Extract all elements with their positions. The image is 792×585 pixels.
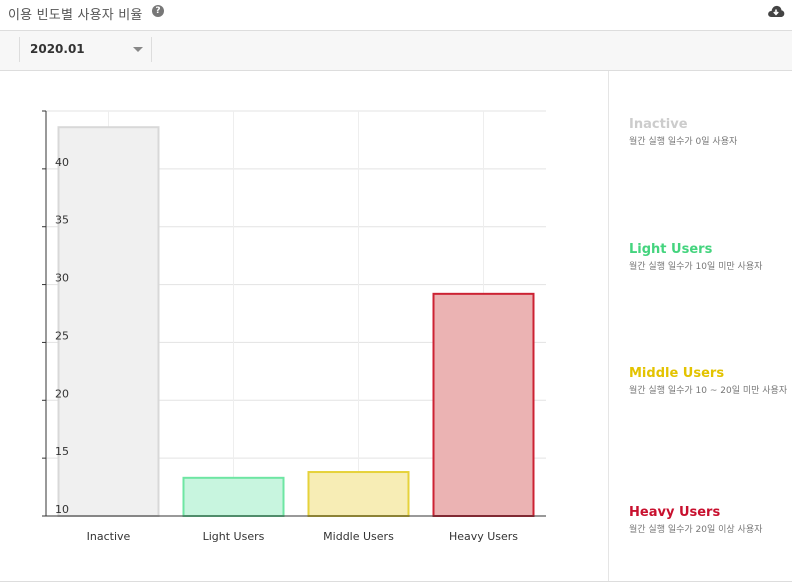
- legend-panel: Inactive 월간 실행 일수가 0일 사용자 Light Users 월간…: [608, 71, 792, 581]
- legend-desc: 월간 실행 일수가 0일 사용자: [629, 137, 738, 147]
- divider: [0, 581, 792, 582]
- chart-area: 10 15 20 25 30 35 40 Inactive Light Users Middle …: [0, 71, 608, 581]
- y-tick-label: 40: [55, 156, 69, 169]
- bar-chart: 10 15 20 25 30 35 40 Inactive Light Users Middle …: [42, 110, 546, 543]
- legend-desc: 월간 실행 일수가 10 ~ 20일 미만 사용자: [629, 386, 788, 396]
- x-tick-label: Light Users: [203, 530, 265, 543]
- month-select[interactable]: 2020.01: [19, 37, 152, 62]
- month-select-value: 2020.01: [30, 42, 85, 56]
- legend-name: Light Users: [629, 242, 713, 257]
- legend-name: Middle Users: [629, 366, 725, 381]
- chevron-down-icon[interactable]: [133, 47, 143, 52]
- help-icon[interactable]: ?: [152, 5, 164, 17]
- bar-middle-users: [307, 471, 410, 517]
- legend-item-light-users: Light Users 월간 실행 일수가 10일 미만 사용자: [629, 242, 789, 274]
- y-tick-label: 20: [55, 387, 69, 400]
- y-tick-label: 10: [55, 503, 69, 516]
- x-tick-label: Heavy Users: [449, 530, 518, 543]
- x-tick-label: Middle Users: [323, 530, 394, 543]
- legend-desc: 월간 실행 일수가 10일 미만 사용자: [629, 262, 763, 272]
- widget-title: 이용 빈도별 사용자 비율: [8, 8, 143, 23]
- widget-header: 이용 빈도별 사용자 비율 ?: [0, 0, 792, 31]
- bar-light-users: [182, 476, 285, 518]
- legend-item-middle-users: Middle Users 월간 실행 일수가 10 ~ 20일 미만 사용자: [629, 366, 789, 398]
- y-tick-label: 35: [55, 214, 69, 227]
- filter-toolbar: 2020.01: [0, 31, 792, 71]
- y-tick-label: 15: [55, 445, 69, 458]
- legend-item-heavy-users: Heavy Users 월간 실행 일수가 20일 이상 사용자: [629, 505, 789, 537]
- cloud-download-icon[interactable]: [767, 4, 785, 18]
- legend-desc: 월간 실행 일수가 20일 이상 사용자: [629, 525, 763, 535]
- legend-name: Inactive: [629, 117, 688, 132]
- y-tick-label: 25: [55, 329, 69, 342]
- bar-heavy-users: [432, 292, 535, 517]
- legend-name: Heavy Users: [629, 505, 721, 520]
- y-tick-label: 30: [55, 272, 69, 285]
- x-tick-label: Inactive: [87, 530, 131, 543]
- legend-item-inactive: Inactive 월간 실행 일수가 0일 사용자: [629, 117, 789, 149]
- bar-inactive: [57, 126, 160, 517]
